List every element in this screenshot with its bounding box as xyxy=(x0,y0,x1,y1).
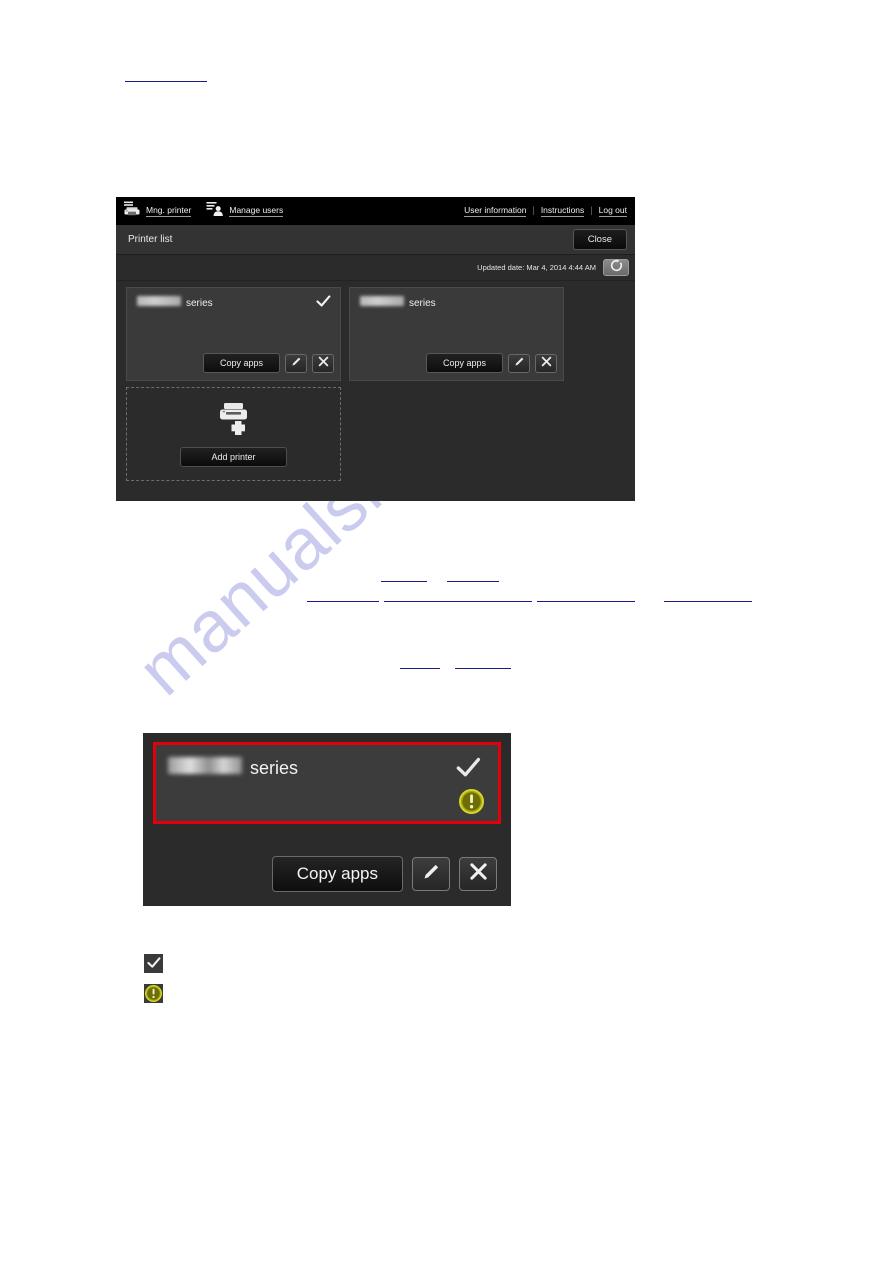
window-title-bar: Printer list Close xyxy=(116,225,635,255)
printer-card-actions: Copy apps xyxy=(127,353,334,373)
add-printer-icon xyxy=(214,402,254,441)
manage-printer-icon xyxy=(122,201,142,222)
legend-item-warning xyxy=(144,982,163,1004)
add-printer-card[interactable]: Add printer xyxy=(126,387,341,481)
printer-model-redacted xyxy=(137,296,181,306)
edit-printer-button[interactable] xyxy=(285,353,307,373)
printer-card-detail-window: series Copy apps xyxy=(143,733,511,906)
toolbar-right-group: User information | Instructions | Log ou… xyxy=(464,197,627,225)
document-link[interactable] xyxy=(384,588,532,602)
delete-printer-button[interactable] xyxy=(459,857,497,891)
refresh-button[interactable] xyxy=(603,258,629,277)
copy-apps-button[interactable]: Copy apps xyxy=(202,353,280,373)
printer-name: series xyxy=(360,296,436,309)
highlighted-printer-header[interactable]: series xyxy=(153,742,501,824)
close-x-icon xyxy=(318,354,329,372)
pencil-icon xyxy=(422,862,441,886)
close-x-icon xyxy=(541,354,552,372)
printer-model-redacted xyxy=(360,296,404,306)
delete-printer-button[interactable] xyxy=(535,353,557,373)
edit-printer-button[interactable] xyxy=(412,857,450,891)
document-link[interactable] xyxy=(537,588,635,602)
copy-apps-button[interactable]: Copy apps xyxy=(425,353,503,373)
printer-name-suffix: series xyxy=(250,758,299,778)
manage-users-icon xyxy=(205,201,225,222)
document-link[interactable] xyxy=(307,588,379,602)
edit-printer-button[interactable] xyxy=(508,353,530,373)
user-information-link[interactable]: User information xyxy=(464,205,527,217)
toolbar-item-label: Mng. printer xyxy=(146,205,192,217)
document-link[interactable] xyxy=(664,588,752,602)
printer-name-suffix: series xyxy=(186,298,213,309)
add-printer-button[interactable]: Add printer xyxy=(180,446,287,467)
toolbar-item-mng-printer[interactable]: Mng. printer xyxy=(122,201,192,222)
document-link[interactable] xyxy=(400,655,440,669)
app-toolbar: Mng. printer Manage users User informati… xyxy=(116,197,635,225)
log-out-link[interactable]: Log out xyxy=(598,205,627,217)
printer-name: series xyxy=(137,296,213,309)
page-title: Printer list xyxy=(128,234,173,245)
refresh-icon xyxy=(610,258,623,277)
printer-list-window: Mng. printer Manage users User informati… xyxy=(116,197,635,501)
document-page: manualshive.com xyxy=(0,0,893,1263)
toolbar-separator: | xyxy=(532,205,535,215)
legend-list xyxy=(144,952,163,1012)
document-link[interactable] xyxy=(447,568,499,582)
instructions-link[interactable]: Instructions xyxy=(540,205,585,217)
document-link[interactable] xyxy=(381,568,427,582)
pencil-icon xyxy=(514,354,525,372)
printer-card[interactable]: series Copy apps xyxy=(349,287,564,381)
copy-apps-button[interactable]: Copy apps xyxy=(271,856,403,892)
toolbar-item-label: Manage users xyxy=(229,205,284,217)
warning-icon xyxy=(459,789,484,819)
toolbar-item-manage-users[interactable]: Manage users xyxy=(205,201,284,222)
delete-printer-button[interactable] xyxy=(312,353,334,373)
legend-item-check xyxy=(144,952,163,974)
check-icon xyxy=(316,295,331,313)
document-link[interactable] xyxy=(455,655,511,669)
printer-model-redacted xyxy=(168,757,242,774)
printer-card-actions: Copy apps xyxy=(143,856,497,892)
updated-date-row: Updated date: Mar 4, 2014 4:44 AM xyxy=(116,255,635,281)
check-icon xyxy=(455,757,482,784)
updated-date-label: Updated date: Mar 4, 2014 4:44 AM xyxy=(477,263,596,272)
printer-name: series xyxy=(168,757,298,779)
warning-icon xyxy=(144,983,163,1003)
check-icon xyxy=(144,953,163,973)
close-button[interactable]: Close xyxy=(572,229,627,250)
toolbar-separator: | xyxy=(590,205,593,215)
pencil-icon xyxy=(291,354,302,372)
printer-card-grid: series Copy apps series Copy apps Add pr… xyxy=(116,281,635,487)
document-link[interactable] xyxy=(125,68,207,82)
toolbar-left-group: Mng. printer Manage users xyxy=(122,201,284,222)
printer-card[interactable]: series Copy apps xyxy=(126,287,341,381)
printer-card-actions: Copy apps xyxy=(350,353,557,373)
printer-name-suffix: series xyxy=(409,298,436,309)
close-x-icon xyxy=(469,862,488,886)
